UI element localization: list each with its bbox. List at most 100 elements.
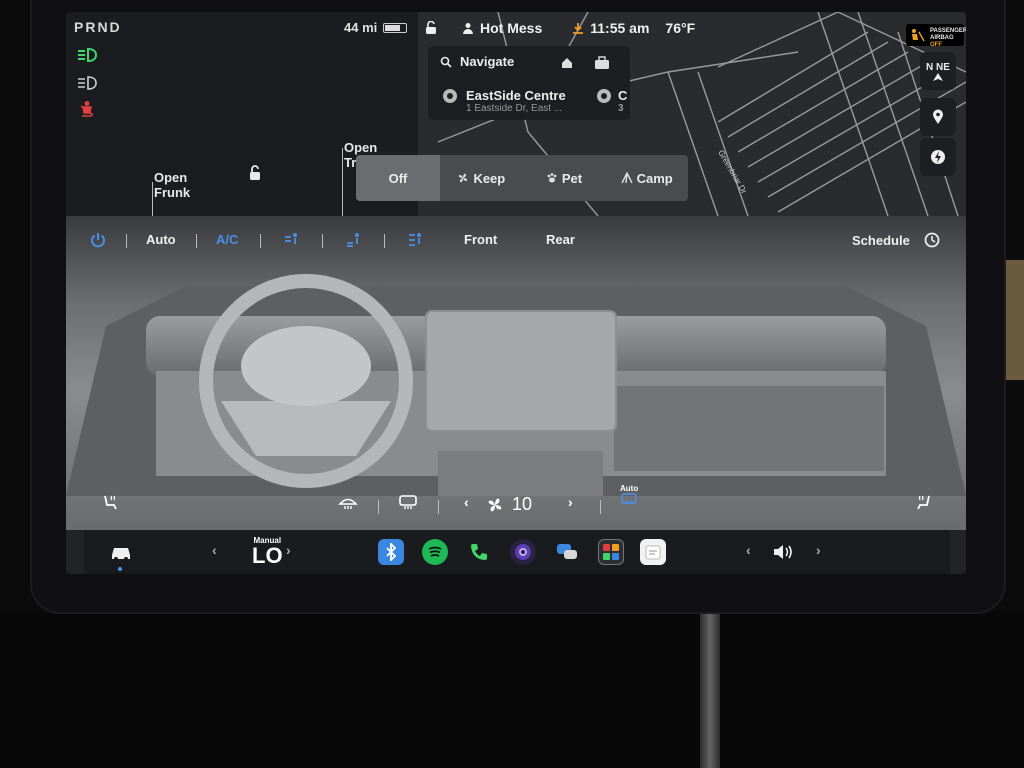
seat-heater-icon: [917, 495, 930, 510]
fan-increase-button[interactable]: ›: [568, 494, 573, 510]
tent-icon: [620, 172, 633, 184]
temp-decrease-button[interactable]: ‹: [212, 542, 217, 558]
open-frunk-button[interactable]: Open Frunk: [154, 170, 190, 200]
airflow-face-button[interactable]: [282, 232, 300, 248]
background-logo: [0, 686, 120, 768]
range-indicator: 44 mi: [344, 20, 408, 35]
passenger-seat-heater-button[interactable]: [914, 494, 932, 512]
messages-icon[interactable]: [554, 539, 580, 565]
clock-icon: [924, 232, 940, 248]
airbag-icon: [912, 29, 925, 42]
lightning-icon: [931, 150, 945, 164]
ac-label: A/C: [216, 232, 239, 247]
mode-pet-label: Pet: [561, 170, 583, 186]
airflow-defrost-button[interactable]: [406, 232, 424, 248]
status-bar: Hot Mess 11:55 am 76°F: [424, 20, 695, 36]
camera-icon[interactable]: [510, 539, 536, 565]
headlight-icon: [78, 47, 98, 63]
open-frunk-label-1: Open: [154, 170, 188, 185]
airflow-feet-button[interactable]: [344, 232, 362, 248]
volume-decrease-button[interactable]: ‹: [746, 542, 751, 558]
bluetooth-icon[interactable]: [378, 539, 404, 565]
separator: [384, 234, 385, 248]
car-interior-render: [66, 274, 966, 496]
outside-temperature: 76°F: [665, 20, 696, 36]
rear-climate-tab[interactable]: Rear: [546, 232, 575, 247]
front-climate-tab[interactable]: Front: [464, 232, 497, 247]
front-defrost-icon: [338, 498, 358, 509]
paw-icon: [547, 173, 557, 183]
mode-off-button[interactable]: Off: [356, 155, 440, 201]
person-icon: [463, 23, 473, 34]
apps-launcher-icon[interactable]: [598, 539, 624, 565]
climate-bottom-controls: ‹ 10 › Auto: [66, 484, 966, 518]
compass-button[interactable]: N NE: [920, 52, 956, 90]
separator: [322, 234, 323, 248]
recirculation-button[interactable]: Auto: [620, 484, 638, 507]
separator: [438, 500, 439, 514]
destination-subtitle: 1 Eastside Dr, East ...: [466, 103, 563, 114]
separator: [260, 234, 261, 248]
lock-icon[interactable]: [246, 164, 264, 182]
charging-button[interactable]: [920, 138, 956, 176]
volume-increase-button[interactable]: ›: [816, 542, 821, 558]
front-defrost-button[interactable]: [338, 494, 358, 510]
passenger-airbag-indicator: PASSENGER AIRBAG OFF: [906, 24, 966, 48]
mode-camp-button[interactable]: Camp: [605, 155, 688, 201]
ac-button[interactable]: A/C: [216, 232, 238, 247]
recirculation-auto-label: Auto: [620, 484, 639, 493]
driver-temperature[interactable]: Manual LO: [252, 536, 283, 568]
search-icon: [440, 56, 452, 68]
driver-seat-heater-button[interactable]: [102, 494, 120, 512]
airbag-line-2: AIRBAG: [930, 35, 954, 41]
front-label: Front: [464, 232, 498, 247]
compass-arrow-icon: [933, 72, 943, 81]
chevron-left-icon: ‹: [464, 494, 469, 510]
fan-icon: [459, 173, 468, 183]
fan-speed-display: 10: [486, 494, 532, 515]
wood-trim: [1004, 260, 1024, 380]
climate-panel: Auto A/C Front Rear Schedule ‹ 10 › Auto: [66, 216, 966, 530]
fan-speed-value: 10: [512, 494, 533, 514]
temp-increase-button[interactable]: ›: [286, 542, 291, 558]
car-icon[interactable]: [108, 539, 134, 565]
climate-power-button[interactable]: [90, 232, 106, 248]
home-icon[interactable]: [560, 56, 574, 70]
frunk-pointer-line: [152, 182, 153, 216]
phone-icon[interactable]: [466, 539, 492, 565]
destination-2-initial: C: [618, 88, 628, 103]
work-icon[interactable]: [594, 56, 610, 70]
destination-2-subtitle: 3: [618, 103, 624, 114]
climate-keeper-selector: Off Keep Pet Camp: [356, 155, 688, 201]
calendar-icon[interactable]: [640, 539, 666, 565]
mode-keep-button[interactable]: Keep: [440, 155, 523, 201]
active-indicator: [118, 567, 122, 571]
auto-highbeam-icon: [78, 76, 97, 90]
fan-decrease-button[interactable]: ‹: [464, 494, 469, 510]
time-text: 11:55 am: [590, 20, 650, 36]
pin-icon: [933, 109, 943, 124]
download-update-icon[interactable]: [572, 22, 584, 34]
airflow-defrost-icon: [409, 233, 421, 246]
rear-defrost-button[interactable]: [398, 494, 418, 510]
airflow-feet-icon: [347, 233, 359, 247]
airbag-line-1: PASSENGER: [930, 28, 966, 34]
auto-label: Auto: [146, 232, 176, 247]
open-trunk-label-1: Open: [344, 140, 378, 155]
street-label: Greenbriar Dr: [716, 149, 748, 196]
power-icon: [91, 233, 105, 248]
volume-icon[interactable]: [770, 539, 796, 565]
destination-suggestion-2[interactable]: C 3: [596, 88, 627, 114]
destination-suggestion[interactable]: EastSide Centre 1 Eastside Dr, East ...: [442, 88, 566, 114]
unlock-icon[interactable]: [424, 21, 438, 35]
battery-icon: [383, 22, 408, 33]
spotify-icon[interactable]: [422, 539, 448, 565]
navigate-search[interactable]: Navigate: [440, 54, 514, 69]
schedule-button[interactable]: Schedule: [852, 232, 940, 248]
driver-profile[interactable]: Hot Mess: [462, 20, 542, 36]
climate-auto-button[interactable]: Auto: [146, 232, 176, 247]
separator: [600, 500, 601, 514]
mode-pet-button[interactable]: Pet: [523, 155, 606, 201]
pin-button[interactable]: [920, 98, 956, 136]
range-value: 44 mi: [344, 20, 378, 35]
